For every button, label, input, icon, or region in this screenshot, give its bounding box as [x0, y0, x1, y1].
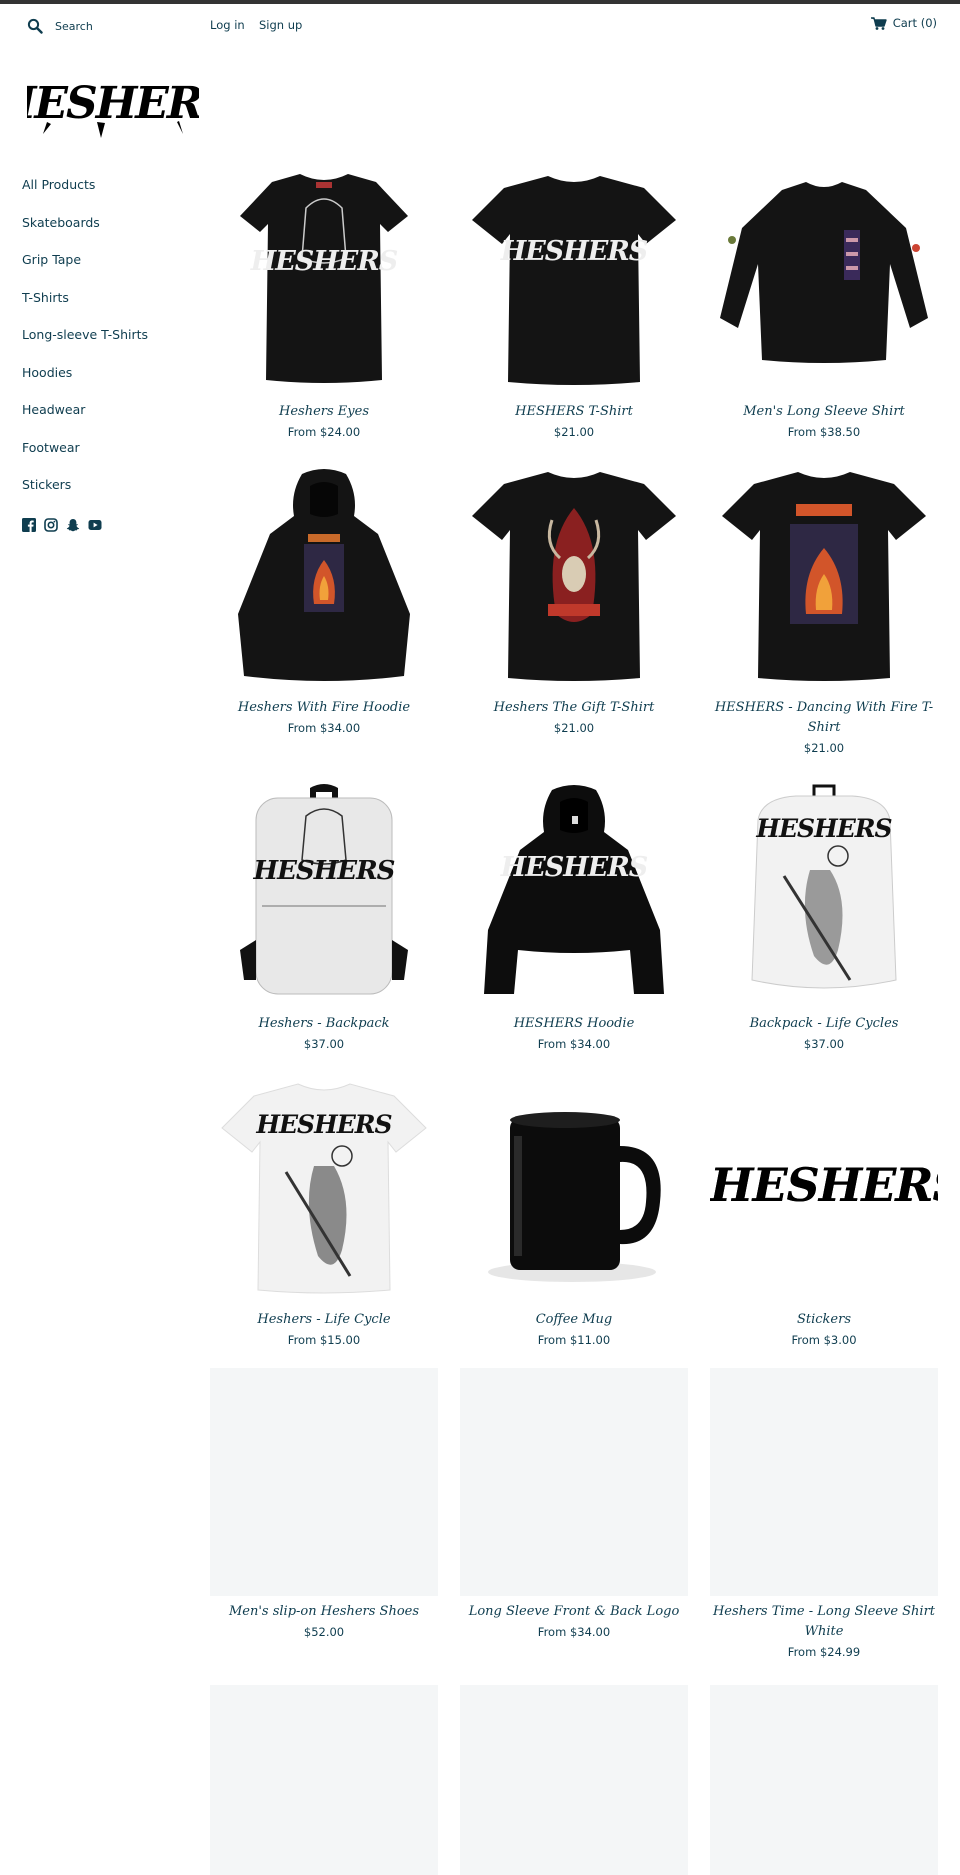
- product-price: $52.00: [303, 1625, 345, 1639]
- product-title[interactable]: Backpack - Life Cycles: [710, 1014, 938, 1034]
- logo-text: HESHERS: [27, 78, 199, 129]
- product-image[interactable]: HESHERS: [710, 1076, 938, 1304]
- product-card[interactable]: HESHERS Heshers - Backpack $37.00: [210, 780, 438, 1053]
- product-price: $21.00: [553, 721, 595, 735]
- product-card[interactable]: Heshers Time - Long Sleeve Shirt White F…: [710, 1368, 938, 1661]
- product-card[interactable]: Heshers The Gift T-Shirt $21.00: [460, 464, 688, 737]
- product-image[interactable]: HESHERS: [210, 780, 438, 1008]
- product-image-placeholder[interactable]: [210, 1685, 438, 1875]
- product-image[interactable]: HESHERS: [710, 780, 938, 1008]
- product-title[interactable]: Coffee Mug: [460, 1310, 688, 1330]
- facebook-icon[interactable]: [22, 517, 36, 532]
- search-icon[interactable]: [27, 18, 43, 34]
- print-text: HESHERS: [250, 246, 399, 277]
- product-image[interactable]: [460, 464, 688, 692]
- product-card[interactable]: HESHERS - Dancing With Fire T-Shirt $21.…: [710, 464, 938, 757]
- sidebar-item-long-sleeve[interactable]: Long-sleeve T-Shirts: [22, 322, 192, 360]
- signup-link[interactable]: Sign up: [259, 18, 302, 32]
- product-image[interactable]: [710, 168, 938, 396]
- sidebar-nav: All Products Skateboards Grip Tape T-Shi…: [22, 172, 192, 510]
- print-text: HESHERS: [756, 814, 892, 843]
- product-title[interactable]: Heshers - Life Cycle: [210, 1310, 438, 1330]
- instagram-icon[interactable]: [44, 517, 58, 532]
- product-price: From $11.00: [537, 1333, 611, 1347]
- product-price: From $24.00: [287, 425, 361, 439]
- product-price: From $34.00: [537, 1037, 611, 1051]
- sticker-text: HESHERS: [710, 1158, 938, 1212]
- product-image[interactable]: [710, 464, 938, 692]
- cart-link[interactable]: Cart (0): [870, 16, 937, 30]
- product-title[interactable]: HESHERS - Dancing With Fire T-Shirt: [710, 698, 938, 738]
- product-price: $21.00: [803, 741, 845, 755]
- product-card[interactable]: HESHERS Heshers Eyes From $24.00: [210, 168, 438, 441]
- product-price: $37.00: [303, 1037, 345, 1051]
- print-text: HESHERS: [500, 852, 649, 883]
- product-image-placeholder[interactable]: [710, 1368, 938, 1596]
- product-price: $21.00: [553, 425, 595, 439]
- product-title[interactable]: Men's Long Sleeve Shirt: [710, 402, 938, 422]
- product-image-placeholder[interactable]: [460, 1685, 688, 1875]
- product-title[interactable]: Heshers - Backpack: [210, 1014, 438, 1034]
- product-image[interactable]: HESHERS: [210, 168, 438, 396]
- product-image[interactable]: HESHERS: [460, 780, 688, 1008]
- sidebar-item-headwear[interactable]: Headwear: [22, 397, 192, 435]
- product-title[interactable]: Heshers The Gift T-Shirt: [460, 698, 688, 718]
- product-price: From $15.00: [287, 1333, 361, 1347]
- snapchat-icon[interactable]: [66, 517, 80, 532]
- sidebar-item-all-products[interactable]: All Products: [22, 172, 192, 210]
- product-card[interactable]: HESHERS HESHERS T-Shirt $21.00: [460, 168, 688, 441]
- product-title[interactable]: Long Sleeve Front & Back Logo: [460, 1602, 688, 1622]
- product-card[interactable]: [460, 1685, 688, 1875]
- product-title[interactable]: Men's slip-on Heshers Shoes: [210, 1602, 438, 1622]
- product-image[interactable]: HESHERS: [210, 1076, 438, 1304]
- product-price: From $38.50: [787, 425, 861, 439]
- sidebar-item-grip-tape[interactable]: Grip Tape: [22, 247, 192, 285]
- product-title[interactable]: Heshers With Fire Hoodie: [210, 698, 438, 718]
- sidebar-item-stickers[interactable]: Stickers: [22, 472, 192, 510]
- sidebar-item-t-shirts[interactable]: T-Shirts: [22, 285, 192, 323]
- youtube-icon[interactable]: [88, 517, 102, 531]
- product-image-placeholder[interactable]: [210, 1368, 438, 1596]
- product-title[interactable]: Stickers: [710, 1310, 938, 1330]
- search-input[interactable]: [55, 17, 195, 35]
- product-price: From $24.99: [787, 1645, 861, 1659]
- product-title[interactable]: HESHERS T-Shirt: [460, 402, 688, 422]
- product-image[interactable]: [210, 464, 438, 692]
- product-card[interactable]: Heshers With Fire Hoodie From $34.00: [210, 464, 438, 737]
- product-image[interactable]: [460, 1076, 688, 1304]
- product-title[interactable]: Heshers Time - Long Sleeve Shirt White: [710, 1602, 938, 1642]
- product-card[interactable]: Coffee Mug From $11.00: [460, 1076, 688, 1349]
- product-card[interactable]: [710, 1685, 938, 1875]
- print-text: HESHERS: [256, 1110, 392, 1139]
- product-card[interactable]: HESHERS Heshers - Life Cycle From $15.00: [210, 1076, 438, 1349]
- product-card[interactable]: HESHERS Backpack - Life Cycles $37.00: [710, 780, 938, 1053]
- product-title[interactable]: Heshers Eyes: [210, 402, 438, 422]
- cart-label: Cart (0): [892, 16, 937, 30]
- cart-icon: [870, 16, 887, 30]
- login-link[interactable]: Log in: [210, 18, 245, 32]
- print-text: HESHERS: [500, 236, 649, 267]
- product-image-placeholder[interactable]: [710, 1685, 938, 1875]
- product-card[interactable]: Men's Long Sleeve Shirt From $38.50: [710, 168, 938, 441]
- product-card[interactable]: Long Sleeve Front & Back Logo From $34.0…: [460, 1368, 688, 1641]
- product-card[interactable]: HESHERS Stickers From $3.00: [710, 1076, 938, 1349]
- site-header: Log in Sign up Cart (0): [0, 4, 960, 40]
- product-price: $37.00: [803, 1037, 845, 1051]
- sidebar-item-skateboards[interactable]: Skateboards: [22, 210, 192, 248]
- sidebar-item-hoodies[interactable]: Hoodies: [22, 360, 192, 398]
- product-card[interactable]: HESHERS HESHERS Hoodie From $34.00: [460, 780, 688, 1053]
- product-card[interactable]: [210, 1685, 438, 1875]
- product-price: From $34.00: [287, 721, 361, 735]
- product-price: From $34.00: [537, 1625, 611, 1639]
- product-image-placeholder[interactable]: [460, 1368, 688, 1596]
- product-image[interactable]: HESHERS: [460, 168, 688, 396]
- product-title[interactable]: HESHERS Hoodie: [460, 1014, 688, 1034]
- print-text: HESHERS: [253, 856, 396, 886]
- social-links: [22, 517, 102, 532]
- site-logo[interactable]: HESHERS: [27, 68, 199, 140]
- sidebar-item-footwear[interactable]: Footwear: [22, 435, 192, 473]
- product-card[interactable]: Men's slip-on Heshers Shoes $52.00: [210, 1368, 438, 1641]
- product-price: From $3.00: [791, 1333, 857, 1347]
